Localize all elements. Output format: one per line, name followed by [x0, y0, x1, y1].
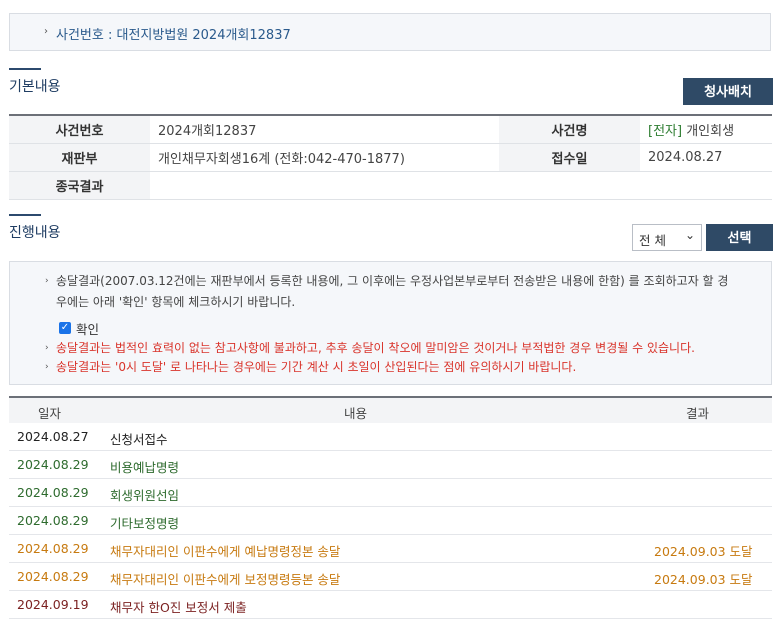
bullet-icon: › — [45, 276, 49, 286]
warning-text-1: 송달결과는 법적인 효력이 없는 참고사항에 불과하고, 추후 송달이 착오에 … — [56, 341, 695, 355]
select-button[interactable]: 선택 — [706, 224, 773, 251]
section-accent-bar — [9, 214, 41, 216]
basic-info-title: 기본내용 — [9, 68, 61, 96]
row-date: 2024.08.29 — [17, 541, 89, 556]
basic-info-title-text: 기본내용 — [9, 79, 61, 95]
confirm-label: 확인 — [76, 322, 100, 337]
section-accent-bar — [9, 68, 41, 70]
row-date: 2024.08.27 — [17, 429, 89, 444]
progress-filter-value: 전 체 — [639, 233, 666, 248]
bullet-icon: › — [44, 26, 48, 37]
row-content: 신청서접수 — [110, 432, 168, 447]
case-name-value: 개인회생 — [686, 124, 735, 139]
electronic-tag: [전자] — [648, 124, 683, 139]
row-date: 2024.08.29 — [17, 569, 89, 584]
row-date: 2024.09.19 — [17, 597, 89, 612]
row-date: 2024.08.29 — [17, 457, 89, 472]
case-number-banner-text: 사건번호 : 대전지방법원 2024개회12837 — [56, 28, 291, 43]
row-content: 채무자대리인 이판수에게 보정명령등본 송달 — [110, 572, 341, 587]
final-result-value — [150, 171, 772, 200]
row-date: 2024.08.29 — [17, 513, 89, 528]
court-layout-button[interactable]: 청사배치 — [683, 78, 773, 105]
court-value: 개인채무자회생16계 (전화:042-470-1877) — [150, 143, 499, 172]
row-content: 기타보정명령 — [110, 516, 180, 531]
filed-date-value: 2024.08.27 — [640, 143, 772, 172]
row-content: 채무자대리인 이판수에게 예납명령정본 송달 — [110, 544, 341, 559]
progress-table-header: 일자 내용 결과 — [9, 396, 772, 423]
table-row: 사건번호 2024개회12837 사건명 [전자] 개인회생 — [9, 115, 772, 144]
table-row: 2024.09.19 채무자 한O진 보정서 제출 — [9, 591, 772, 619]
chevron-down-icon: ⌄ — [684, 228, 695, 242]
table-row: 재판부 개인채무자회생16계 (전화:042-470-1877) 접수일 202… — [9, 143, 772, 172]
row-result: 2024.09.03 도달 — [654, 572, 753, 587]
row-content: 회생위원선임 — [110, 488, 180, 503]
case-name-cell: [전자] 개인회생 — [640, 115, 772, 144]
table-row: 2024.08.29 비용예납명령 — [9, 451, 772, 479]
notice-text-line1: 송달결과(2007.03.12건에는 재판부에서 등록한 내용에, 그 이후에는… — [56, 274, 729, 288]
case-name-label: 사건명 — [499, 115, 640, 144]
basic-info-table: 사건번호 2024개회12837 사건명 [전자] 개인회생 재판부 개인채무자… — [9, 114, 772, 200]
case-no-label: 사건번호 — [9, 115, 150, 144]
case-number-banner: › 사건번호 : 대전지방법원 2024개회12837 — [9, 13, 771, 51]
progress-title-text: 진행내용 — [9, 225, 61, 241]
row-result: 2024.09.03 도달 — [654, 544, 753, 559]
case-no-value: 2024개회12837 — [150, 115, 499, 144]
table-row: 2024.08.29 채무자대리인 이판수에게 예납명령정본 송달 2024.0… — [9, 535, 772, 563]
notice-text-line2: 우에는 아래 '확인' 항목에 체크하시기 바랍니다. — [56, 295, 296, 309]
row-content: 비용예납명령 — [110, 460, 180, 475]
final-result-label: 종국결과 — [9, 171, 150, 200]
progress-title: 진행내용 — [9, 214, 61, 242]
warning-text-2: 송달결과는 '0시 도달' 로 나타나는 경우에는 기간 계산 시 초일이 산입… — [56, 360, 577, 374]
table-row: 2024.08.27 신청서접수 — [9, 423, 772, 451]
filed-date-label: 접수일 — [499, 143, 640, 172]
bullet-icon: › — [45, 362, 49, 372]
delivery-notice-box: › 송달결과(2007.03.12건에는 재판부에서 등록한 내용에, 그 이후… — [9, 261, 772, 385]
row-date: 2024.08.29 — [17, 485, 89, 500]
header-date: 일자 — [38, 406, 62, 421]
table-row: 2024.08.29 기타보정명령 — [9, 507, 772, 535]
table-row: 2024.08.29 채무자대리인 이판수에게 보정명령등본 송달 2024.0… — [9, 563, 772, 591]
table-row: 2024.08.29 회생위원선임 — [9, 479, 772, 507]
header-content: 내용 — [344, 406, 368, 421]
bullet-icon: › — [45, 343, 49, 353]
table-row: 종국결과 — [9, 171, 772, 200]
court-label: 재판부 — [9, 143, 150, 172]
progress-filter-select[interactable]: 전 체 ⌄ — [632, 224, 702, 251]
confirm-checkbox[interactable]: ✓ — [59, 322, 71, 334]
row-content: 채무자 한O진 보정서 제출 — [110, 600, 247, 615]
header-result: 결과 — [686, 406, 710, 421]
